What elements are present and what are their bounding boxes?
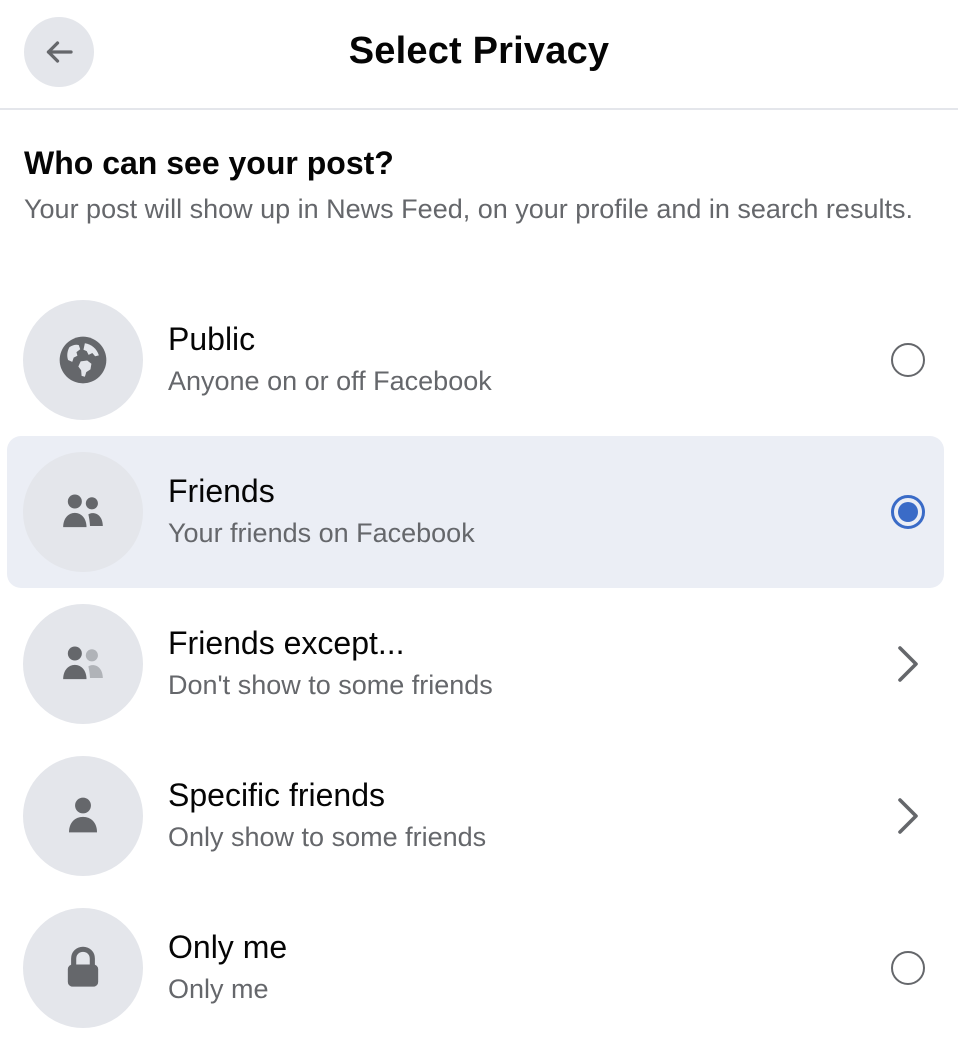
option-label: Specific friends xyxy=(168,777,385,813)
option-label: Only me xyxy=(168,929,288,965)
option-label: Friends except... xyxy=(168,625,405,661)
person-icon xyxy=(23,756,143,876)
option-text: Friends except... Don't show to some fri… xyxy=(168,622,493,704)
friends-except-icon xyxy=(23,604,143,724)
friends-icon xyxy=(23,452,143,572)
radio-circle xyxy=(891,951,925,985)
radio-only-me[interactable] xyxy=(888,948,928,988)
option-sublabel: Anyone on or off Facebook xyxy=(168,366,492,396)
globe-icon xyxy=(23,300,143,420)
option-only-me[interactable]: Only me Only me xyxy=(0,892,958,1044)
option-sublabel: Only show to some friends xyxy=(168,822,487,852)
intro-description: Your post will show up in News Feed, on … xyxy=(24,194,913,224)
option-label: Friends xyxy=(168,473,275,509)
option-sublabel: Don't show to some friends xyxy=(168,670,493,700)
intro-heading: Who can see your post? xyxy=(24,145,394,181)
option-background xyxy=(7,892,944,1044)
option-sublabel: Your friends on Facebook xyxy=(168,518,475,548)
page-title: Select Privacy xyxy=(348,30,610,72)
option-friends-except[interactable]: Friends except... Don't show to some fri… xyxy=(0,588,958,740)
option-specific-friends[interactable]: Specific friends Only show to some frien… xyxy=(0,740,958,892)
privacy-options-list: Public Anyone on or off Facebook Friends… xyxy=(0,284,958,1044)
option-friends[interactable]: Friends Your friends on Facebook xyxy=(0,436,958,588)
radio-friends[interactable] xyxy=(888,492,928,532)
intro-section: Who can see your post? Your post will sh… xyxy=(24,140,934,228)
option-text: Public Anyone on or off Facebook xyxy=(168,318,492,400)
option-public[interactable]: Public Anyone on or off Facebook xyxy=(0,284,958,436)
lock-icon xyxy=(23,908,143,1028)
radio-circle-checked xyxy=(891,495,925,529)
option-text: Friends Your friends on Facebook xyxy=(168,470,475,552)
option-label: Public xyxy=(168,321,256,357)
option-text: Only me Only me xyxy=(168,926,287,1008)
option-sublabel: Only me xyxy=(168,974,269,1004)
radio-circle xyxy=(891,343,925,377)
chevron-right-icon[interactable] xyxy=(888,796,928,836)
chevron-right-icon[interactable] xyxy=(888,644,928,684)
radio-public[interactable] xyxy=(888,340,928,380)
option-text: Specific friends Only show to some frien… xyxy=(168,774,486,856)
header-bar: Select Privacy xyxy=(0,0,958,110)
option-background-selected xyxy=(7,436,944,588)
